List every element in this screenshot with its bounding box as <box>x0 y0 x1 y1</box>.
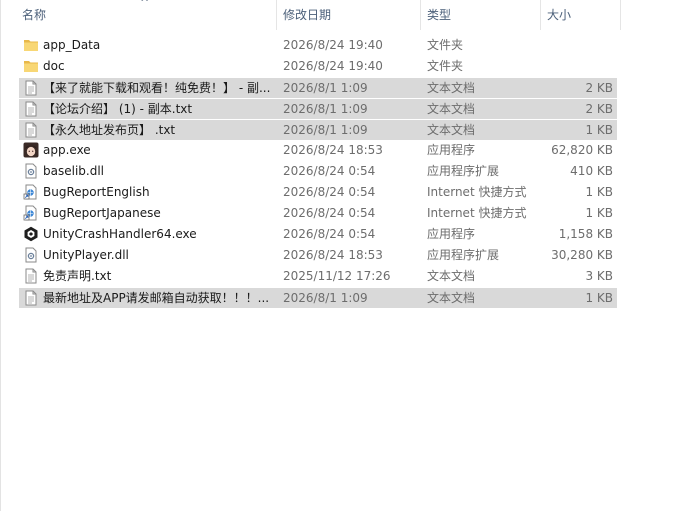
file-modified-date: 2026/8/24 19:40 <box>283 59 383 73</box>
file-name: app.exe <box>43 143 91 157</box>
text-file-icon <box>23 290 39 306</box>
file-size: 2 KB <box>585 102 613 116</box>
file-modified-date: 2026/8/1 1:09 <box>283 81 368 95</box>
file-size: 1,158 KB <box>558 227 613 241</box>
file-name: UnityCrashHandler64.exe <box>43 227 197 241</box>
file-modified-date: 2026/8/1 1:09 <box>283 123 368 137</box>
file-name: BugReportEnglish <box>43 185 150 199</box>
file-type: 应用程序扩展 <box>427 164 500 178</box>
file-type: 应用程序扩展 <box>427 248 500 262</box>
file-row[interactable]: doc 2026/8/24 19:40 文件夹 <box>19 56 617 77</box>
column-divider[interactable] <box>620 0 621 30</box>
folder-icon <box>23 58 39 74</box>
file-modified-date: 2026/8/24 0:54 <box>283 206 376 220</box>
file-name: 【论坛介绍】 (1) - 副本.txt <box>43 102 193 116</box>
file-type: 文本文档 <box>427 269 476 283</box>
folder-icon <box>23 37 39 53</box>
file-row[interactable]: BugReportEnglish 2026/8/24 0:54 Internet 快… <box>19 182 617 203</box>
app-avatar-icon <box>23 142 39 158</box>
file-type: 应用程序 <box>427 143 476 157</box>
file-type: Internet 快捷方式 <box>427 185 527 199</box>
file-name: 【永久地址发布页】 .txt <box>43 123 176 137</box>
dll-file-icon <box>23 163 39 179</box>
file-name: 最新地址及APP请发邮箱自动获取！！！... <box>43 291 270 305</box>
file-modified-date: 2026/8/24 19:40 <box>283 38 383 52</box>
file-type: 文件夹 <box>427 59 464 73</box>
file-name: 【来了就能下载和观看！纯免费！】 - 副... <box>43 81 271 95</box>
file-size: 410 KB <box>570 164 613 178</box>
window-left-edge <box>0 0 1 511</box>
column-header-date[interactable]: 修改日期 <box>277 0 420 30</box>
file-size <box>539 56 613 77</box>
file-row[interactable]: 【论坛介绍】 (1) - 副本.txt 2026/8/1 1:09 文本文档 2 KB <box>19 98 617 119</box>
file-type: 文件夹 <box>427 38 464 52</box>
file-row[interactable]: 免责声明.txt 2025/11/12 17:26 文本文档 3 KB <box>19 266 617 287</box>
file-size: 2 KB <box>585 81 613 95</box>
file-row[interactable]: app_Data 2026/8/24 19:40 文件夹 <box>19 35 617 56</box>
file-row[interactable]: app.exe 2026/8/24 18:53 应用程序 62,820 KB <box>19 140 617 161</box>
file-row[interactable]: UnityCrashHandler64.exe 2026/8/24 0:54 应用程… <box>19 224 617 245</box>
file-name: 免责声明.txt <box>43 269 112 283</box>
file-name: doc <box>43 59 65 73</box>
file-type: 应用程序 <box>427 227 476 241</box>
file-type: 文本文档 <box>427 123 476 137</box>
file-row[interactable]: 【永久地址发布页】 .txt 2026/8/1 1:09 文本文档 1 KB <box>19 119 617 140</box>
column-header-type[interactable]: 类型 <box>421 0 540 30</box>
file-size <box>539 35 613 56</box>
file-row[interactable]: UnityPlayer.dll 2026/8/24 18:53 应用程序扩展 30,2… <box>19 245 617 266</box>
unity-icon <box>23 226 39 242</box>
file-size: 1 KB <box>585 206 613 220</box>
file-modified-date: 2026/8/1 1:09 <box>283 291 368 305</box>
internet-shortcut-icon <box>23 184 39 200</box>
column-header-size[interactable]: 大小 <box>541 0 620 30</box>
internet-shortcut-icon <box>23 205 39 221</box>
file-size: 1 KB <box>585 291 613 305</box>
file-row[interactable]: BugReportJapanese 2026/8/24 0:54 Internet … <box>19 203 617 224</box>
file-modified-date: 2026/8/24 0:54 <box>283 185 376 199</box>
file-type: Internet 快捷方式 <box>427 206 527 220</box>
file-modified-date: 2026/8/24 0:54 <box>283 164 376 178</box>
text-file-icon <box>23 101 39 117</box>
file-row[interactable]: baselib.dll 2026/8/24 0:54 应用程序扩展 410 KB <box>19 161 617 182</box>
file-name: UnityPlayer.dll <box>43 248 129 262</box>
file-modified-date: 2026/8/1 1:09 <box>283 102 368 116</box>
file-modified-date: 2026/8/24 18:53 <box>283 248 383 262</box>
file-modified-date: 2026/8/24 0:54 <box>283 227 376 241</box>
text-file-icon <box>23 80 39 96</box>
file-type: 文本文档 <box>427 291 476 305</box>
file-type: 文本文档 <box>427 81 476 95</box>
file-row[interactable]: 最新地址及APP请发邮箱自动获取！！！... 2026/8/1 1:09 文本文档 1… <box>19 287 617 308</box>
file-name: BugReportJapanese <box>43 206 161 220</box>
dll-file-icon <box>23 247 39 263</box>
file-size: 1 KB <box>585 123 613 137</box>
file-size: 62,820 KB <box>551 143 613 157</box>
text-file-icon <box>23 268 39 284</box>
file-name: app_Data <box>43 38 101 52</box>
file-name: baselib.dll <box>43 164 104 178</box>
file-type: 文本文档 <box>427 102 476 116</box>
text-file-icon <box>23 122 39 138</box>
file-size: 1 KB <box>585 185 613 199</box>
file-modified-date: 2026/8/24 18:53 <box>283 143 383 157</box>
file-modified-date: 2025/11/12 17:26 <box>283 269 391 283</box>
column-header-name[interactable]: 名称 <box>16 0 276 30</box>
file-row[interactable]: 【来了就能下载和观看！纯免费！】 - 副... 2026/8/1 1:09 文本文档… <box>19 77 617 98</box>
column-header-bar: ^ 名称 修改日期 类型 大小 <box>0 0 693 30</box>
file-size: 3 KB <box>585 269 613 283</box>
file-size: 30,280 KB <box>551 248 613 262</box>
